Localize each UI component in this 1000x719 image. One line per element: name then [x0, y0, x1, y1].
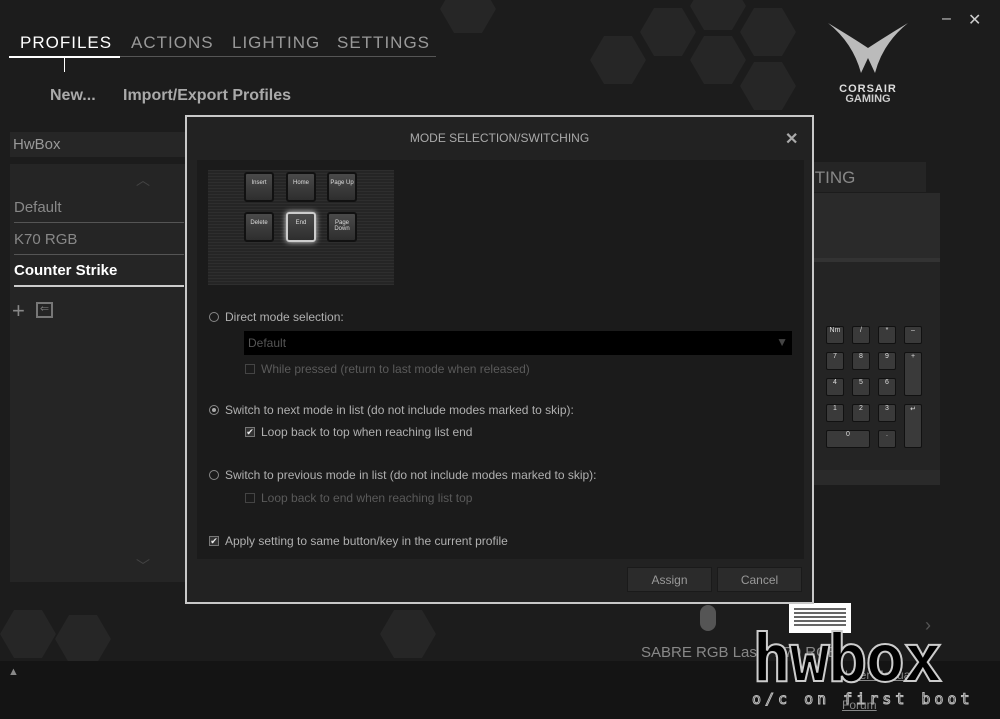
- apply-same-key-label: Apply setting to same button/key in the …: [225, 534, 508, 548]
- tab-actions[interactable]: ACTIONS: [131, 33, 214, 53]
- hwbox-watermark: hwbox o/c on first boot: [751, 620, 1000, 709]
- key-end-highlighted: End: [286, 212, 316, 242]
- radio-icon: [209, 470, 219, 480]
- loop-end-checkbox[interactable]: Loop back to end when reaching list top: [245, 491, 472, 505]
- dropdown-arrow-icon: ▼: [776, 335, 788, 349]
- direct-mode-label: Direct mode selection:: [225, 310, 344, 324]
- radio-icon: [209, 312, 219, 322]
- tab-profiles[interactable]: PROFILES: [20, 33, 112, 53]
- profile-item-counter-strike[interactable]: Counter Strike: [14, 262, 184, 287]
- key-insert: Insert: [244, 172, 274, 202]
- new-profile-button[interactable]: New...: [50, 87, 96, 105]
- sails-icon: [828, 23, 908, 73]
- while-pressed-checkbox[interactable]: While pressed (return to last mode when …: [245, 362, 530, 376]
- watermark-text: hwbox: [751, 620, 944, 697]
- cancel-button[interactable]: Cancel: [717, 567, 802, 592]
- next-mode-label: Switch to next mode in list (do not incl…: [225, 403, 574, 417]
- expand-up-icon[interactable]: ▲: [8, 666, 19, 678]
- import-export-button[interactable]: Import/Export Profiles: [123, 87, 291, 105]
- key-page-up: Page Up: [327, 172, 357, 202]
- scroll-down-icon[interactable]: ﹀: [136, 556, 150, 576]
- checkbox-checked-icon: ✔: [209, 536, 219, 546]
- import-profile-icon[interactable]: ⇐: [36, 302, 53, 318]
- profile-item-default[interactable]: Default: [14, 199, 184, 223]
- mode-selection-dialog: MODE SELECTION/SWITCHING ✕ Insert Home P…: [185, 115, 814, 604]
- keyboard-preview-image: Insert Home Page Up Delete End Page Down: [208, 170, 394, 285]
- active-tab-pointer: [64, 57, 65, 72]
- loop-top-label: Loop back to top when reaching list end: [261, 425, 473, 439]
- profile-list: [10, 164, 190, 582]
- direct-mode-radio[interactable]: Direct mode selection:: [209, 310, 344, 324]
- window-minimize-button[interactable]: –: [942, 10, 951, 28]
- key-page-down: Page Down: [327, 212, 357, 242]
- checkbox-icon: [245, 364, 255, 374]
- key-delete: Delete: [244, 212, 274, 242]
- sidebar-header-label: HwBox: [13, 136, 61, 153]
- numpad-image: Nm / * – 7 8 9 + 456 1 2 3 ↵ 0.: [814, 258, 940, 470]
- watermark-tagline: o/c on first boot: [752, 690, 974, 709]
- background-tab-label: ITING: [810, 168, 856, 187]
- tab-settings[interactable]: SETTINGS: [337, 33, 430, 53]
- apply-same-key-checkbox[interactable]: ✔ Apply setting to same button/key in the…: [209, 534, 508, 548]
- checkbox-icon: [245, 493, 255, 503]
- add-profile-icon[interactable]: +: [12, 298, 25, 324]
- while-pressed-label: While pressed (return to last mode when …: [261, 362, 530, 376]
- next-mode-radio[interactable]: Switch to next mode in list (do not incl…: [209, 403, 574, 417]
- dropdown-value: Default: [248, 336, 287, 350]
- checkbox-checked-icon: ✔: [245, 427, 255, 437]
- loop-end-label: Loop back to end when reaching list top: [261, 491, 473, 505]
- mouse-device-icon[interactable]: [700, 605, 716, 631]
- window-close-button[interactable]: ✕: [968, 10, 981, 30]
- profile-item-k70-rgb[interactable]: K70 RGB: [14, 231, 184, 255]
- tab-lighting[interactable]: LIGHTING: [232, 33, 320, 53]
- sidebar-header: HwBox: [10, 132, 190, 157]
- dialog-title: MODE SELECTION/SWITCHING: [409, 131, 590, 145]
- key-home: Home: [286, 172, 316, 202]
- radio-selected-icon: [209, 405, 219, 415]
- scroll-up-icon[interactable]: ︿: [136, 170, 150, 190]
- loop-top-checkbox[interactable]: ✔ Loop back to top when reaching list end: [245, 425, 472, 439]
- corsair-logo: CORSAIR GAMING: [818, 18, 918, 105]
- dialog-close-button[interactable]: ✕: [785, 129, 798, 149]
- previous-mode-label: Switch to previous mode in list (do not …: [225, 468, 597, 482]
- assign-button[interactable]: Assign: [627, 567, 712, 592]
- previous-mode-radio[interactable]: Switch to previous mode in list (do not …: [209, 468, 597, 482]
- mode-dropdown[interactable]: Default ▼: [244, 331, 792, 355]
